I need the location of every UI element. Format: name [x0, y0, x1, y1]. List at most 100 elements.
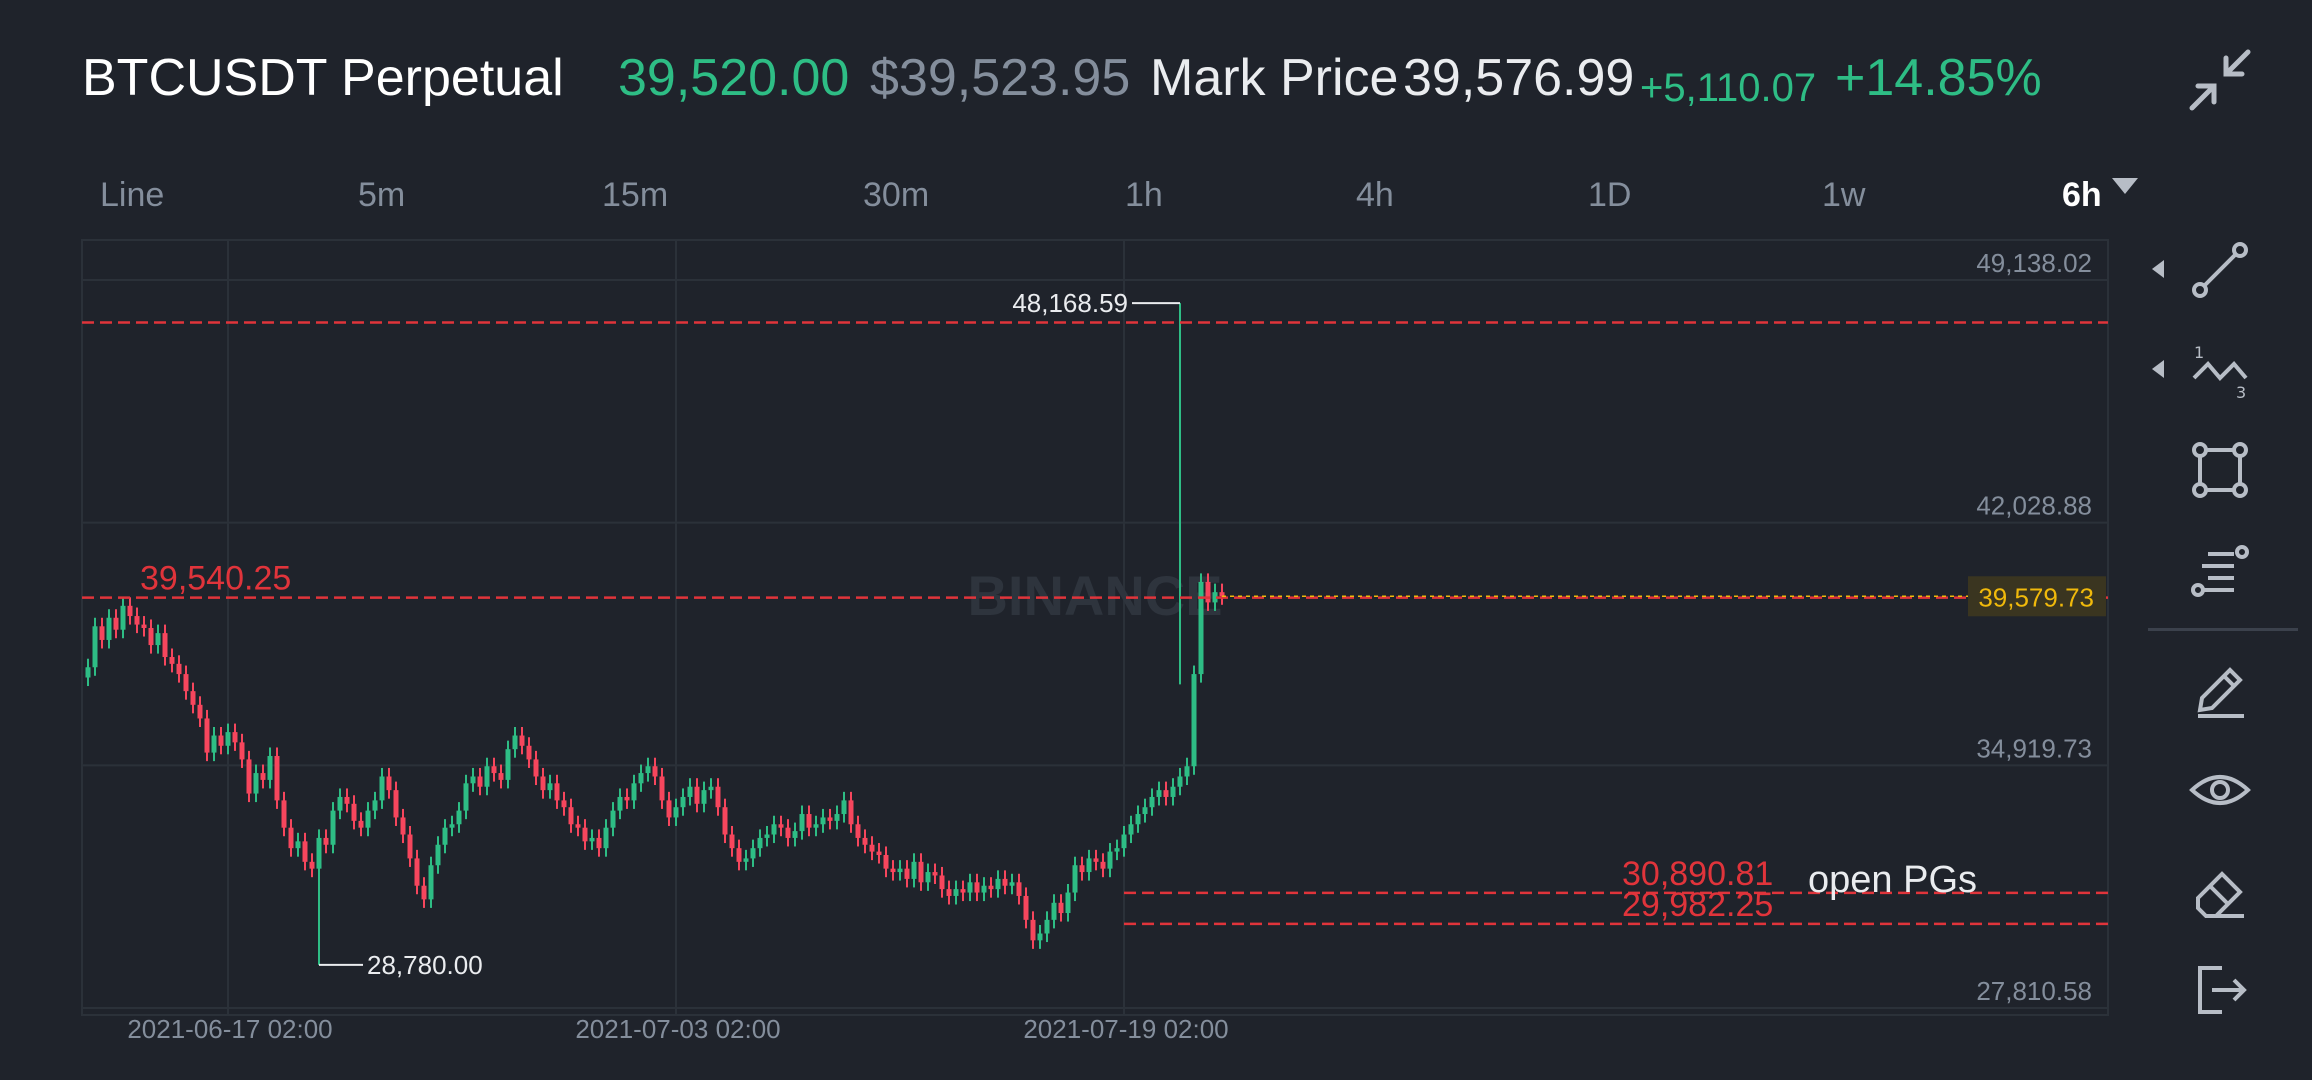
candlestick-chart[interactable]: BINANCE 49,138.02 42,028.88 34,919.73 27,810…	[0, 230, 2140, 1080]
trend-line-tool[interactable]	[2170, 230, 2270, 310]
exit-drawing-tool[interactable]	[2170, 950, 2270, 1030]
candle-body	[589, 837, 595, 842]
wave-pattern-icon: 1 3	[2192, 343, 2248, 402]
chevron-down-icon[interactable]	[2112, 178, 2138, 194]
x-tick-label: 2021-07-03 02:00	[575, 1014, 780, 1044]
toolbar-divider	[2148, 628, 2298, 631]
candle-body	[1128, 824, 1134, 835]
candle-body	[1079, 865, 1085, 873]
candle-body	[358, 820, 364, 828]
candle-body	[1016, 882, 1022, 896]
candle-body	[722, 807, 728, 835]
candle-body	[904, 868, 910, 879]
candle-body	[848, 800, 854, 825]
tab-5m[interactable]: 5m	[358, 165, 405, 225]
candle-body	[1198, 581, 1204, 675]
tab-30m[interactable]: 30m	[863, 165, 929, 225]
candle-body	[533, 759, 539, 777]
candle-body	[211, 735, 217, 753]
candle-body	[1009, 882, 1015, 886]
candle-body	[582, 827, 588, 842]
candle-body	[463, 783, 469, 811]
svg-text:3: 3	[2236, 383, 2246, 402]
rectangle-tool[interactable]	[2170, 430, 2270, 510]
candle-body	[526, 745, 532, 760]
candle-body	[1177, 776, 1183, 787]
candle-body	[883, 854, 889, 869]
candle-body	[659, 776, 665, 801]
candle-body	[169, 657, 175, 664]
tab-4h[interactable]: 4h	[1356, 165, 1394, 225]
candle-body	[757, 837, 763, 849]
y-tick-label: 34,919.73	[1976, 733, 2092, 763]
last-price: 39,520.00	[618, 49, 850, 107]
wave-pattern-tool[interactable]: 1 3	[2170, 330, 2270, 410]
candle-body	[204, 718, 210, 753]
tab-line[interactable]: Line	[100, 165, 164, 225]
candle-body	[750, 848, 756, 859]
eraser-tool[interactable]	[2170, 850, 2270, 930]
tab-6h[interactable]: 6h	[2062, 165, 2102, 225]
candle-body	[85, 667, 91, 678]
eraser-icon	[2196, 871, 2244, 918]
tab-1w[interactable]: 1w	[1822, 165, 1865, 225]
visibility-toggle[interactable]	[2170, 750, 2270, 830]
interval-tabs: Line 5m 15m 30m 1h 4h 1D 1w 6h	[0, 165, 2160, 225]
candle-body	[288, 827, 294, 849]
candle-body	[939, 875, 945, 890]
candle-body	[498, 773, 504, 780]
annotation-text: open PGs	[1808, 859, 1977, 901]
expand-arrow-icon[interactable]	[2152, 360, 2164, 378]
candle-body	[918, 861, 924, 883]
price-change-percent: +14.85%	[1835, 49, 2042, 107]
usd-price: $39,523.95	[870, 49, 1131, 107]
exit-fullscreen-button[interactable]	[2180, 40, 2260, 120]
tab-15m[interactable]: 15m	[602, 165, 668, 225]
candle-body	[540, 776, 546, 791]
price-alert-label: 39,540.25	[140, 560, 291, 598]
candle-body	[274, 756, 280, 801]
candle-body	[1100, 861, 1106, 869]
candle-body	[134, 616, 140, 625]
fib-retracement-tool[interactable]	[2170, 530, 2270, 610]
candle-body	[617, 796, 623, 811]
plot-frame	[81, 239, 2109, 1016]
candle-body	[505, 749, 511, 780]
candle-body	[743, 858, 749, 862]
candle-body	[1058, 902, 1064, 914]
shrink-icon	[2189, 49, 2251, 111]
pencil-tool[interactable]	[2170, 650, 2270, 730]
candle-body	[484, 766, 490, 787]
expand-arrow-icon[interactable]	[2152, 260, 2164, 278]
candle-body	[806, 814, 812, 828]
tab-1d[interactable]: 1D	[1588, 165, 1631, 225]
candle-body	[351, 803, 357, 821]
candle-body	[99, 626, 105, 640]
candle-body	[176, 663, 182, 675]
candle-body	[155, 633, 161, 646]
candle-body	[225, 732, 231, 746]
candle-body	[624, 796, 630, 801]
candle-body	[512, 735, 518, 750]
candle-body	[855, 824, 861, 838]
candle-body	[1072, 865, 1078, 893]
candle-body	[148, 628, 154, 646]
candle-body	[897, 868, 903, 873]
candle-body	[673, 807, 679, 818]
candle-body	[442, 827, 448, 845]
candle-body	[379, 776, 385, 801]
candle-body	[1156, 790, 1162, 797]
candle-body	[1030, 919, 1036, 941]
symbol-title[interactable]: BTCUSDT Perpetual	[82, 48, 564, 108]
candle-body	[680, 796, 686, 808]
candle-body	[925, 872, 931, 883]
candle-body	[554, 783, 560, 801]
candle-body	[1002, 878, 1008, 886]
candle-body	[372, 800, 378, 811]
candle-body	[1023, 895, 1029, 920]
candle-body	[232, 732, 238, 743]
tab-1h[interactable]: 1h	[1125, 165, 1163, 225]
candle-body	[421, 885, 427, 900]
candle-body	[981, 885, 987, 893]
y-tick-label: 49,138.02	[1976, 248, 2092, 278]
